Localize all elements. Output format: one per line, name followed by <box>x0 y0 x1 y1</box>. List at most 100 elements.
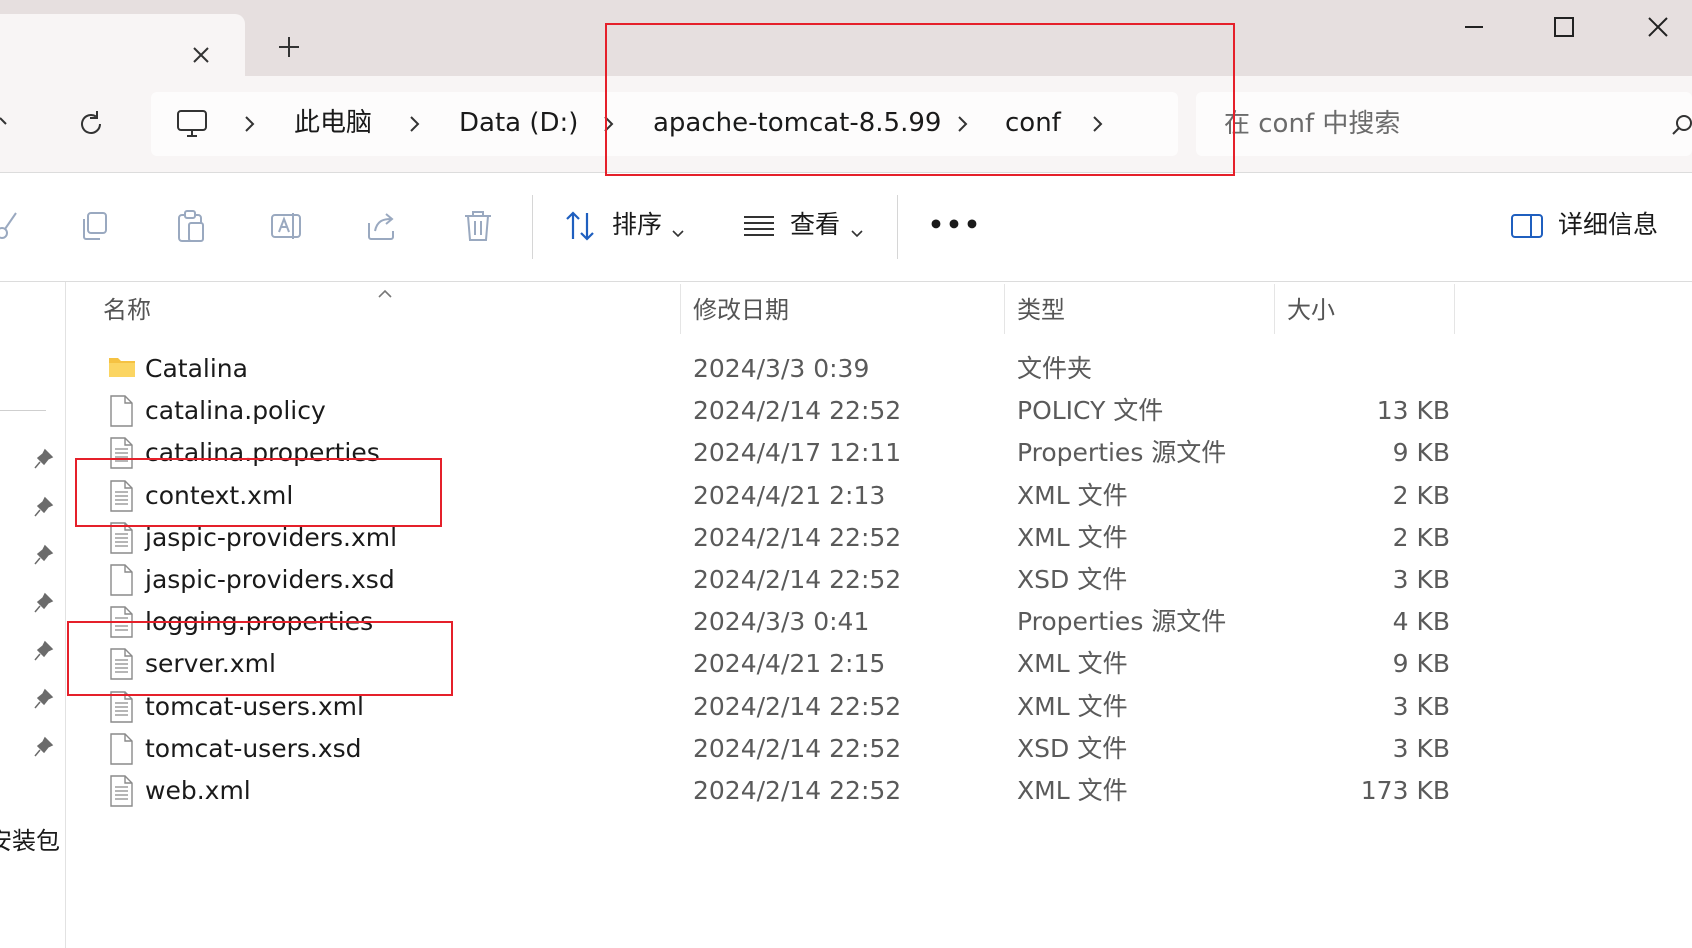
text-file-icon <box>108 691 134 723</box>
file-name[interactable]: catalina.policy <box>145 394 326 428</box>
file-row[interactable]: catalina.policy 2024/2/14 22:52 POLICY 文件 1… <box>70 392 1450 434</box>
file-row[interactable]: catalina.properties 2024/4/17 12:11 Proper… <box>70 434 1450 476</box>
window-tab[interactable] <box>0 14 245 76</box>
chevron-right-icon[interactable] <box>243 114 257 134</box>
chevron-right-icon[interactable] <box>602 114 616 134</box>
search-icon[interactable] <box>1672 114 1692 136</box>
file-row[interactable]: Catalina 2024/3/3 0:39 文件夹 <box>70 350 1450 392</box>
breadcrumb-conf[interactable]: conf <box>1005 105 1061 141</box>
chevron-right-icon[interactable] <box>408 114 422 134</box>
navigation-bar: 此电脑 Data (D:) apache-tomcat-8.5.99 conf … <box>0 76 1692 172</box>
file-type: XML 文件 <box>1017 776 1128 805</box>
file-type: XML 文件 <box>1017 523 1128 552</box>
close-tab-icon[interactable] <box>188 42 214 68</box>
file-name[interactable]: web.xml <box>145 774 251 808</box>
file-name[interactable]: tomcat-users.xml <box>145 690 364 724</box>
breadcrumb-tomcat[interactable]: apache-tomcat-8.5.99 <box>653 105 941 141</box>
file-type: XSD 文件 <box>1017 565 1128 594</box>
up-arrow-icon[interactable] <box>0 114 14 134</box>
file-size: 13 KB <box>1376 396 1450 425</box>
file-modified: 2024/2/14 22:52 <box>693 692 902 721</box>
text-file-icon <box>108 480 134 512</box>
file-row[interactable]: tomcat-users.xml 2024/2/14 22:52 XML 文件 3 K… <box>70 688 1450 730</box>
file-name[interactable]: catalina.properties <box>145 436 380 470</box>
file-modified: 2024/2/14 22:52 <box>693 523 902 552</box>
file-row[interactable]: context.xml 2024/4/21 2:13 XML 文件 2 KB <box>70 477 1450 519</box>
chevron-down-icon[interactable] <box>672 223 684 238</box>
column-header-modified[interactable]: 修改日期 <box>693 294 789 326</box>
file-modified: 2024/2/14 22:52 <box>693 565 902 594</box>
new-tab-icon[interactable] <box>276 34 302 60</box>
nav-divider <box>0 410 46 411</box>
file-row[interactable]: logging.properties 2024/3/3 0:41 Propertie… <box>70 603 1450 645</box>
file-name[interactable]: context.xml <box>145 479 293 513</box>
blank-file-icon <box>108 733 134 765</box>
address-bar[interactable]: 此电脑 Data (D:) apache-tomcat-8.5.99 conf <box>151 92 1178 156</box>
share-icon[interactable] <box>365 209 399 243</box>
title-bar <box>0 0 1692 76</box>
column-divider[interactable] <box>1004 284 1005 334</box>
column-divider[interactable] <box>1274 284 1275 334</box>
file-modified: 2024/2/14 22:52 <box>693 776 902 805</box>
file-name[interactable]: logging.properties <box>145 605 373 639</box>
cut-icon[interactable] <box>0 209 22 243</box>
chevron-right-icon[interactable] <box>956 114 970 134</box>
computer-icon <box>175 108 209 140</box>
rename-icon[interactable] <box>269 209 303 243</box>
column-header-type[interactable]: 类型 <box>1017 294 1065 326</box>
file-row[interactable]: jaspic-providers.xml 2024/2/14 22:52 XML 文… <box>70 519 1450 561</box>
file-name[interactable]: Catalina <box>145 352 248 386</box>
search-input[interactable]: 在 conf 中搜索 <box>1224 106 1400 142</box>
file-type: Properties 源文件 <box>1017 438 1227 467</box>
chevron-down-icon[interactable] <box>851 223 863 238</box>
column-header-name[interactable]: 名称 <box>103 294 151 326</box>
file-name[interactable]: tomcat-users.xsd <box>145 732 362 766</box>
file-type: XML 文件 <box>1017 481 1128 510</box>
text-file-icon <box>108 522 134 554</box>
file-type: XSD 文件 <box>1017 734 1128 763</box>
file-name[interactable]: server.xml <box>145 647 276 681</box>
minimize-icon[interactable] <box>1450 10 1498 44</box>
file-row[interactable]: server.xml 2024/4/21 2:15 XML 文件 9 KB <box>70 645 1450 687</box>
file-modified: 2024/4/21 2:15 <box>693 649 886 678</box>
copy-icon[interactable] <box>78 209 112 243</box>
sort-button[interactable]: 排序 <box>612 207 662 243</box>
pin-icon[interactable] <box>34 448 54 470</box>
breadcrumb-drive[interactable]: Data (D:) <box>459 105 578 141</box>
column-header-size[interactable]: 大小 <box>1287 294 1335 326</box>
chevron-right-icon[interactable] <box>1091 114 1105 134</box>
file-type: 文件夹 <box>1017 354 1093 383</box>
close-window-icon[interactable] <box>1634 10 1682 44</box>
column-divider[interactable] <box>1454 284 1455 334</box>
pin-icon[interactable] <box>34 496 54 518</box>
nav-item-label[interactable]: 安装包 <box>0 826 60 856</box>
file-row[interactable]: jaspic-providers.xsd 2024/2/14 22:52 XSD 文… <box>70 561 1450 603</box>
file-row[interactable]: tomcat-users.xsd 2024/2/14 22:52 XSD 文件 3 K… <box>70 730 1450 772</box>
file-name[interactable]: jaspic-providers.xsd <box>145 563 395 597</box>
column-divider[interactable] <box>680 284 681 334</box>
pin-icon[interactable] <box>34 544 54 566</box>
file-row[interactable]: web.xml 2024/2/14 22:52 XML 文件 173 KB <box>70 772 1450 814</box>
pin-icon[interactable] <box>34 688 54 710</box>
more-options-button[interactable]: ••• <box>928 207 982 243</box>
delete-icon[interactable] <box>461 209 495 243</box>
view-button[interactable]: 查看 <box>790 207 840 243</box>
view-icon[interactable] <box>742 209 776 243</box>
pin-icon[interactable] <box>34 640 54 662</box>
sort-icon[interactable] <box>563 209 597 243</box>
file-modified: 2024/4/17 12:11 <box>693 438 902 467</box>
breadcrumb-this-pc[interactable]: 此电脑 <box>294 105 372 141</box>
details-pane-icon[interactable] <box>1510 209 1544 243</box>
file-type: XML 文件 <box>1017 692 1128 721</box>
file-modified: 2024/2/14 22:52 <box>693 734 902 763</box>
maximize-icon[interactable] <box>1540 10 1588 44</box>
toolbar-divider <box>897 195 898 259</box>
refresh-icon[interactable] <box>76 109 106 139</box>
paste-icon[interactable] <box>174 209 208 243</box>
details-button[interactable]: 详细信息 <box>1558 207 1658 243</box>
file-size: 3 KB <box>1392 692 1450 721</box>
pin-icon[interactable] <box>34 592 54 614</box>
search-box[interactable]: 在 conf 中搜索 <box>1196 92 1692 156</box>
file-name[interactable]: jaspic-providers.xml <box>145 521 397 555</box>
pin-icon[interactable] <box>34 736 54 758</box>
